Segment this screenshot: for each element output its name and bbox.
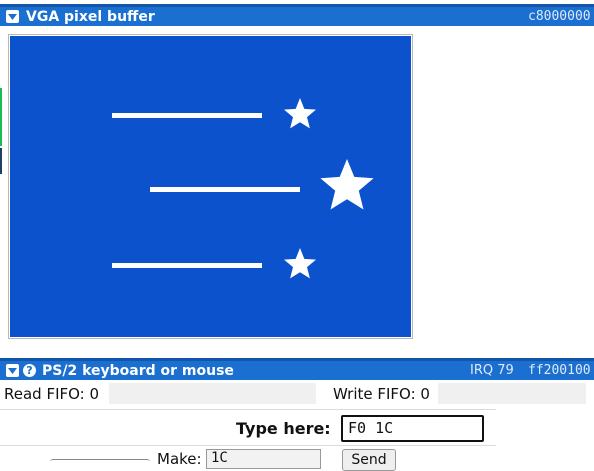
vga-panel-title: VGA pixel buffer [26, 8, 155, 25]
write-fifo-field [438, 383, 586, 404]
vga-panel-header: VGA pixel buffer c8000000 [0, 4, 594, 26]
ps2-address: ff200100 [528, 363, 591, 378]
chevron-down-icon[interactable] [6, 364, 19, 377]
vga-screen-frame [8, 34, 413, 339]
make-input[interactable]: 1C [206, 449, 321, 469]
vga-address: c8000000 [528, 9, 591, 24]
side-accent-green [0, 88, 2, 146]
row-divider [0, 445, 496, 446]
send-button[interactable]: Send [342, 449, 396, 471]
make-label: Make: [157, 450, 202, 468]
ps2-irq: IRQ 79 [470, 363, 514, 378]
read-fifo-label: Read FIFO: 0 [4, 385, 100, 403]
line-2 [150, 187, 300, 192]
vga-screen [10, 36, 411, 337]
help-icon[interactable]: ? [23, 364, 36, 377]
type-here-label: Type here: [236, 419, 331, 438]
type-here-input[interactable]: F0 1C [341, 415, 484, 442]
row-divider [0, 409, 496, 410]
scroll-handle[interactable] [50, 459, 150, 470]
read-fifo-field [109, 383, 316, 404]
ps2-panel-header: ? PS/2 keyboard or mouse IRQ 79 ff200100 [0, 358, 594, 380]
line-3 [112, 263, 262, 268]
ps2-panel-title: PS/2 keyboard or mouse [42, 362, 234, 379]
chevron-down-icon[interactable] [6, 10, 19, 23]
line-1 [112, 113, 262, 118]
side-accent-dark [0, 148, 2, 174]
write-fifo-label: Write FIFO: 0 [333, 385, 430, 403]
